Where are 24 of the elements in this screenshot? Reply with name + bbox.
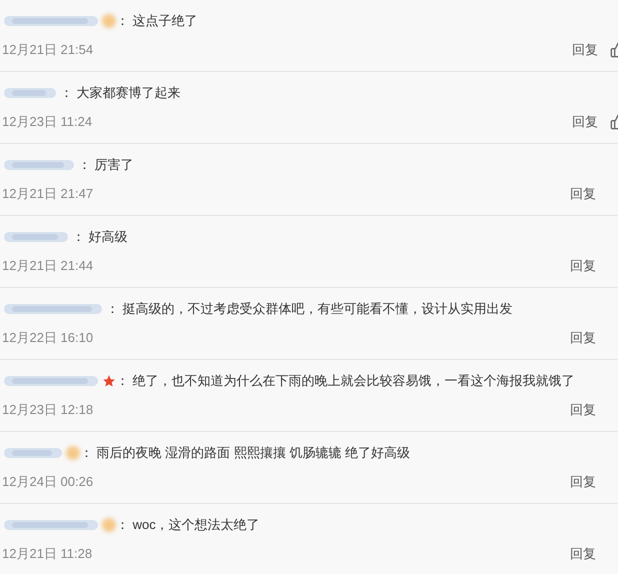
comment-time: 12月21日 21:54 [2, 40, 94, 59]
reply-button[interactable]: 回复 [570, 400, 596, 420]
comment-text: ： 绝了，也不知道为什么在下雨的晚上就会比较容易饿，一看这个海报我就饿了 [116, 372, 575, 390]
reply-button[interactable]: 回复 [570, 472, 596, 492]
comment-text: ： 厉害了 [78, 156, 134, 174]
reply-button[interactable]: 回复 [570, 328, 596, 348]
comment-time: 12月24日 00:26 [2, 472, 94, 491]
comment-time: 12月23日 11:24 [2, 112, 92, 131]
comment-time: 12月23日 12:18 [2, 400, 94, 419]
comment-time: 12月21日 21:47 [2, 184, 94, 203]
comment-time: 12月21日 21:44 [2, 256, 94, 275]
comment-time: 12月21日 11:28 [2, 544, 92, 563]
comment-text: ： 大家都赛博了起来 [60, 84, 181, 102]
comment-text: ： 挺高级的，不过考虑受众群体吧，有些可能看不懂，设计从实用出发 [106, 300, 513, 318]
reply-button[interactable]: 回复 [570, 184, 596, 204]
comment-text: ： 好高级 [72, 228, 128, 246]
reply-button[interactable]: 回复 [570, 256, 596, 276]
comment-time: 12月22日 16:10 [2, 328, 94, 347]
comment-text: ： 雨后的夜晚 湿滑的路面 熙熙攘攘 饥肠辘辘 绝了好高级 [80, 444, 410, 462]
reply-button[interactable]: 回复 [570, 544, 596, 564]
comment-text: ： 这点子绝了 [116, 12, 198, 30]
reply-button[interactable]: 回复 [572, 40, 598, 60]
comment-text: ： woc，这个想法太绝了 [116, 516, 260, 534]
reply-button[interactable]: 回复 [572, 112, 598, 132]
